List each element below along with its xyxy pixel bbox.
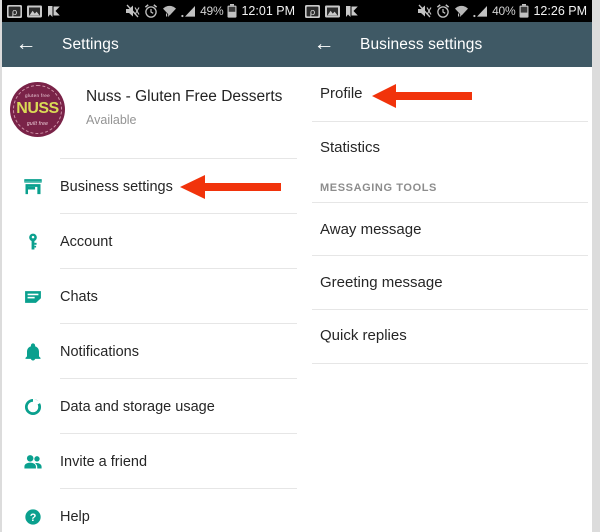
- photo-icon: [325, 5, 340, 17]
- bell-icon: [23, 342, 43, 362]
- alarm-clock-icon: [144, 4, 158, 18]
- avatar-main-text: NUSS: [16, 100, 59, 117]
- right-phone-screenshot: ρ 40% 12:26 PM ← Business settings Profi…: [300, 0, 592, 532]
- settings-row-label: Chats: [60, 289, 98, 305]
- clock-label: 12:01 PM: [241, 4, 295, 18]
- left-settings-content: gluten free NUSS guilt free Nuss - Glute…: [2, 67, 300, 532]
- wifi-icon: [163, 5, 177, 17]
- left-status-bar-left-icons: ρ: [7, 0, 61, 22]
- settings-row-label: Account: [60, 234, 113, 250]
- people-icon: [23, 452, 43, 472]
- annotation-arrow-left-panel: [180, 175, 281, 199]
- volume-mute-icon: [418, 4, 432, 18]
- business-row-quick-replies[interactable]: Quick replies: [300, 316, 592, 356]
- left-status-bar: ρ 49% 12:01 PM: [2, 0, 300, 22]
- store-icon: [23, 177, 43, 197]
- wifi-icon: [455, 5, 469, 17]
- help-circle-icon: ?: [23, 507, 43, 527]
- signal-bars-icon: [473, 6, 488, 18]
- settings-row-invite-a-friend[interactable]: Invite a friend: [2, 434, 300, 489]
- annotation-arrow-right-panel: [372, 84, 472, 108]
- settings-row-account[interactable]: Account: [2, 214, 300, 269]
- svg-text:ρ: ρ: [12, 8, 18, 18]
- business-row-statistics[interactable]: Statistics: [300, 128, 592, 168]
- clock-label: 12:26 PM: [533, 4, 587, 18]
- row-divider: [312, 255, 588, 256]
- business-row-away-message[interactable]: Away message: [300, 210, 592, 250]
- profile-status: Available: [86, 113, 137, 127]
- settings-row-help[interactable]: ? Help: [2, 489, 300, 532]
- business-row-label: Quick replies: [320, 327, 407, 344]
- business-row-label: Greeting message: [320, 274, 443, 291]
- row-divider: [312, 363, 588, 364]
- settings-row-label: Notifications: [60, 344, 139, 360]
- key-icon: [23, 232, 43, 252]
- avatar[interactable]: gluten free NUSS guilt free: [10, 82, 65, 137]
- right-status-bar: ρ 40% 12:26 PM: [300, 0, 592, 22]
- battery-percent-label: 49%: [200, 4, 224, 18]
- business-row-label: Profile: [320, 85, 363, 102]
- app-badge-icon: ρ: [7, 4, 22, 18]
- flag-icon: [48, 5, 60, 17]
- business-row-greeting-message[interactable]: Greeting message: [300, 263, 592, 303]
- business-row-label: Statistics: [320, 139, 381, 156]
- settings-row-label: Business settings: [60, 179, 173, 195]
- business-row-label: Away message: [320, 221, 422, 238]
- svg-text:ρ: ρ: [310, 8, 316, 18]
- battery-icon: [519, 4, 529, 18]
- section-divider: [312, 202, 588, 203]
- page-title: Business settings: [360, 36, 483, 53]
- photo-icon: [27, 5, 42, 17]
- settings-row-label: Help: [60, 509, 90, 525]
- volume-mute-icon: [126, 4, 140, 18]
- row-divider: [312, 309, 588, 310]
- battery-percent-label: 40%: [492, 4, 516, 18]
- business-settings-content: Profile Statistics MESSAGING TOOLS Away …: [300, 67, 592, 532]
- page-title: Settings: [62, 36, 119, 53]
- settings-row-label: Invite a friend: [60, 454, 148, 470]
- settings-row-data-and-storage-usage[interactable]: Data and storage usage: [2, 379, 300, 434]
- chat-bubble-icon: [23, 287, 43, 307]
- data-usage-icon: [23, 397, 43, 417]
- left-phone-screenshot: ρ 49% 12:01 PM ← Settings gluten free NU…: [2, 0, 300, 532]
- left-status-bar-right-icons: 49% 12:01 PM: [125, 0, 295, 22]
- right-status-bar-left-icons: ρ: [305, 0, 359, 22]
- back-arrow-icon[interactable]: ←: [15, 33, 37, 55]
- settings-row-label: Data and storage usage: [60, 399, 215, 415]
- section-header-messaging-tools: MESSAGING TOOLS: [320, 182, 437, 194]
- signal-bars-icon: [181, 6, 196, 18]
- right-status-bar-right-icons: 40% 12:26 PM: [417, 0, 587, 22]
- alarm-clock-icon: [436, 4, 450, 18]
- profile-name: Nuss - Gluten Free Desserts: [86, 88, 283, 105]
- avatar-bottom-text: guilt free: [26, 121, 49, 127]
- left-app-bar: ← Settings: [2, 22, 300, 67]
- avatar-top-text: gluten free: [24, 93, 50, 98]
- settings-row-chats[interactable]: Chats: [2, 269, 300, 324]
- back-arrow-icon[interactable]: ←: [313, 33, 335, 55]
- battery-icon: [227, 4, 237, 18]
- svg-text:?: ?: [30, 512, 37, 524]
- right-app-bar: ← Business settings: [300, 22, 592, 67]
- settings-row-notifications[interactable]: Notifications: [2, 324, 300, 379]
- app-badge-icon: ρ: [305, 4, 320, 18]
- row-divider: [312, 121, 588, 122]
- flag-icon: [346, 5, 358, 17]
- screenshot-canvas: ρ 49% 12:01 PM ← Settings gluten free NU…: [0, 0, 600, 532]
